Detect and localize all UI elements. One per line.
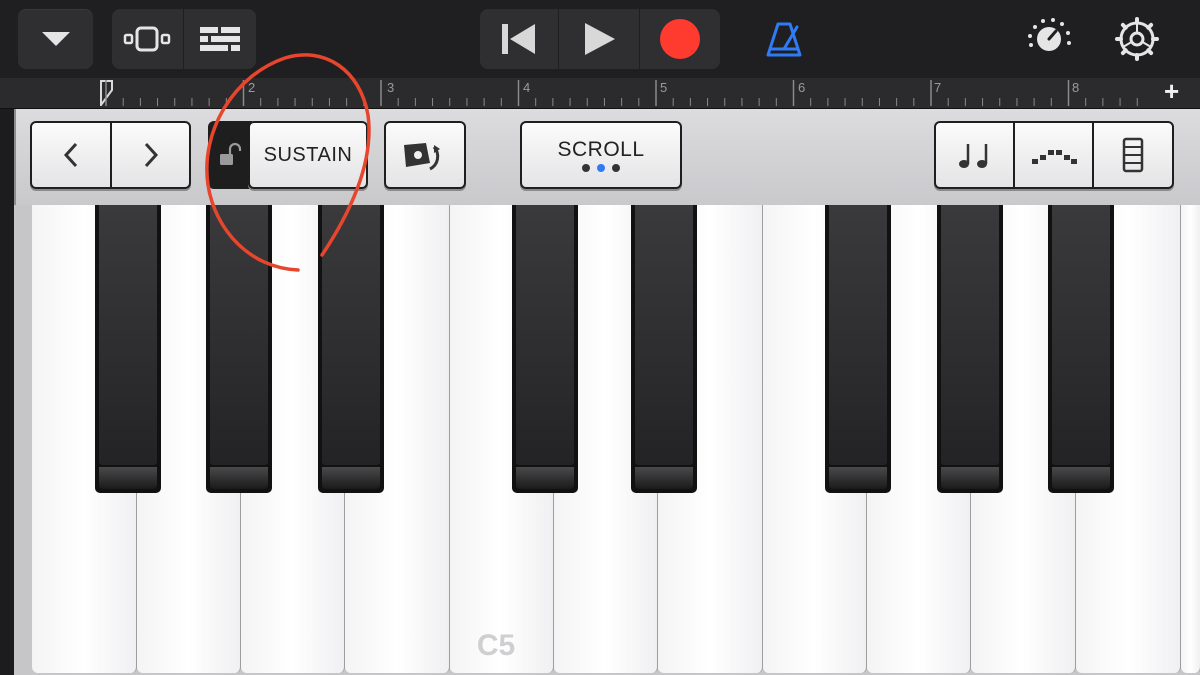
gear-icon xyxy=(1115,17,1159,61)
knob-icon xyxy=(1028,18,1071,51)
octave-label: C5 xyxy=(476,629,516,662)
ruler-mark: 8 xyxy=(1072,80,1080,95)
play-button[interactable] xyxy=(559,9,640,69)
sustain-label: SUSTAIN xyxy=(263,143,353,166)
black-key[interactable] xyxy=(318,205,384,493)
play-icon xyxy=(585,23,615,55)
octave-down-button[interactable] xyxy=(32,123,110,187)
black-key[interactable] xyxy=(512,205,578,493)
glissando-icon xyxy=(1031,150,1077,164)
ruler-ticks xyxy=(105,80,1138,106)
black-key[interactable] xyxy=(937,205,1003,493)
scroll-button[interactable]: SCROLL xyxy=(520,121,682,189)
mode-dots-icon xyxy=(582,164,620,172)
chevron-down-icon xyxy=(41,32,70,46)
black-key[interactable] xyxy=(1048,205,1114,493)
view-group xyxy=(112,9,256,69)
black-key[interactable] xyxy=(206,205,272,493)
rewind-button[interactable] xyxy=(480,9,560,69)
arpeggiator-icon xyxy=(404,143,440,171)
piano-keyboard: C5 xyxy=(14,205,1200,675)
mixer-icon xyxy=(199,27,240,51)
notes-mode-button[interactable] xyxy=(936,123,1013,187)
tracks-view-button[interactable] xyxy=(112,9,184,69)
ruler-mark: 5 xyxy=(660,80,668,95)
view-mode-group xyxy=(934,121,1174,189)
master-volume-button[interactable] xyxy=(1024,14,1074,64)
add-section-button[interactable]: + xyxy=(1164,76,1179,107)
ruler-mark: 6 xyxy=(798,80,806,95)
keyboard-size-button[interactable] xyxy=(1094,123,1172,187)
record-icon xyxy=(659,19,700,59)
menu-button[interactable] xyxy=(18,9,93,69)
arpeggiator-button[interactable] xyxy=(384,121,466,189)
ruler-mark: 7 xyxy=(934,80,942,95)
white-key[interactable] xyxy=(1181,205,1200,673)
tracks-view-icon xyxy=(124,26,171,52)
timeline-ruler[interactable]: 2 3 4 5 6 7 8 + xyxy=(0,76,1200,109)
keyboard-rows-icon xyxy=(1122,137,1144,173)
chevron-right-icon xyxy=(144,142,158,168)
top-toolbar xyxy=(0,0,1200,78)
scroll-label: SCROLL xyxy=(557,138,645,161)
ruler-mark: 2 xyxy=(248,80,256,95)
keyboard-control-bar: SUSTAIN SCROLL xyxy=(14,109,1200,205)
metronome-button[interactable] xyxy=(760,16,808,62)
octave-nav-group xyxy=(30,121,191,189)
record-button[interactable] xyxy=(640,9,720,69)
mixer-button[interactable] xyxy=(184,9,257,69)
black-key[interactable] xyxy=(95,205,161,493)
ruler-mark: 3 xyxy=(387,80,395,95)
sustain-button[interactable]: SUSTAIN xyxy=(248,121,368,189)
sustain-lock-area[interactable] xyxy=(208,121,252,189)
ruler-mark: 4 xyxy=(523,80,531,95)
settings-button[interactable] xyxy=(1112,14,1162,64)
octave-up-button[interactable] xyxy=(112,123,189,187)
metronome-icon xyxy=(766,22,802,57)
chevron-left-icon xyxy=(63,142,78,168)
unlock-icon xyxy=(220,142,242,165)
music-notes-icon xyxy=(958,144,987,168)
black-key[interactable] xyxy=(825,205,891,493)
rewind-icon xyxy=(502,24,536,54)
transport-group xyxy=(480,9,720,69)
glissando-mode-button[interactable] xyxy=(1015,123,1092,187)
black-key[interactable] xyxy=(631,205,697,493)
